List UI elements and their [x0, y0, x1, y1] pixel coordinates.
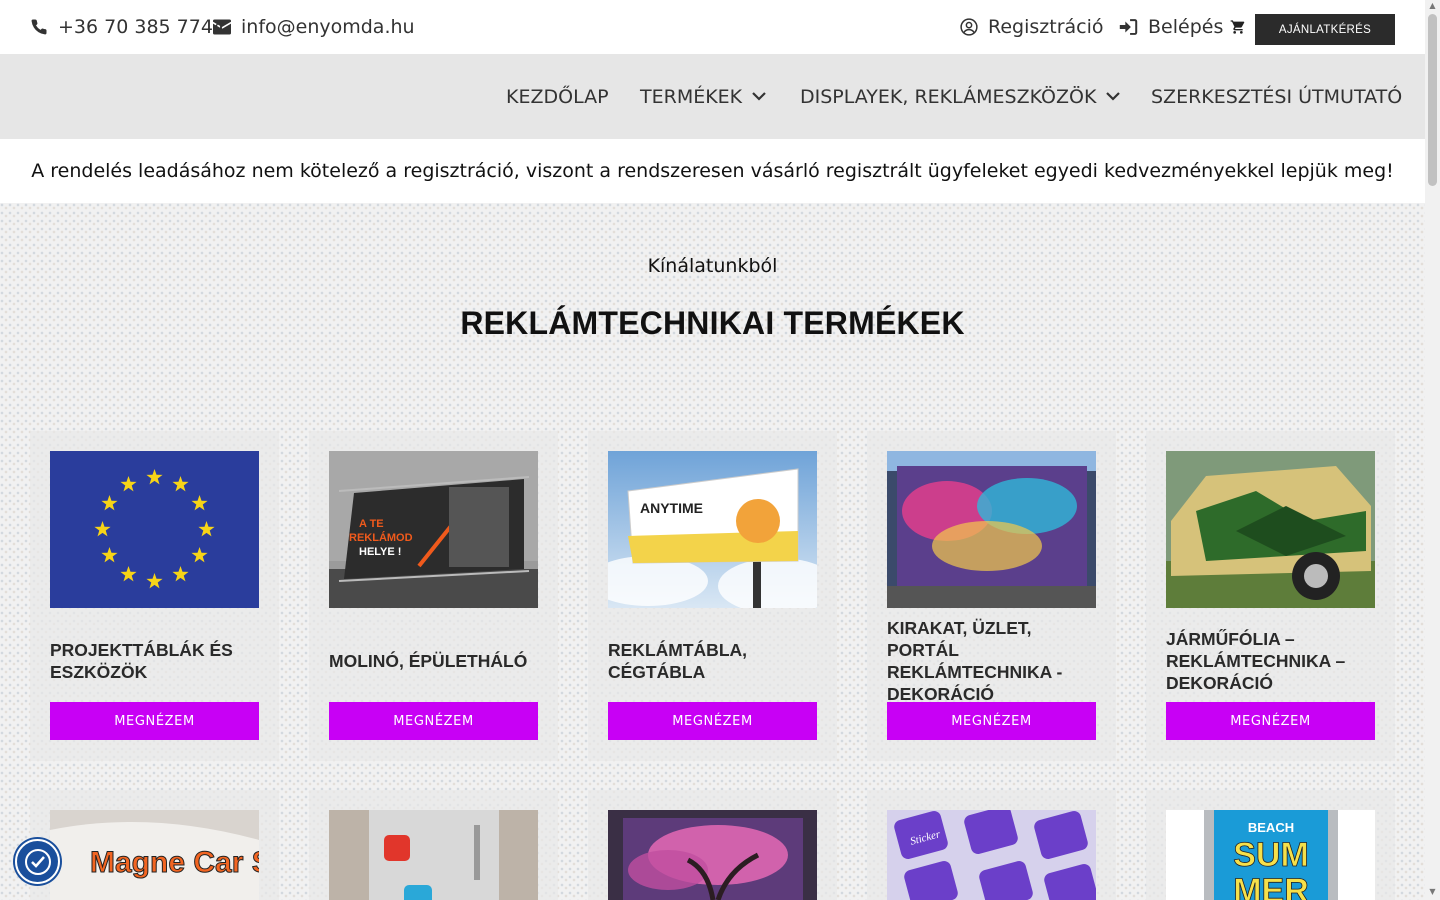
product-card: A TE REKLÁMOD HELYE ! MOLINÓ, ÉPÜLETHÁLÓ… [309, 431, 558, 761]
scroll-thumb[interactable] [1428, 14, 1437, 186]
product-image-fridge-magnets[interactable] [329, 810, 538, 900]
product-image-poster[interactable]: BEACH SUM MER [1166, 810, 1375, 900]
nav-item-products[interactable]: TERMÉKEK [640, 54, 766, 139]
view-button[interactable]: MEGNÉZEM [329, 702, 538, 740]
product-image-eu-flag[interactable] [50, 451, 259, 608]
view-button[interactable]: MEGNÉZEM [887, 702, 1096, 740]
product-image-stickers[interactable]: Sticker [887, 810, 1096, 900]
product-title[interactable]: KIRAKAT, ÜZLET, PORTÁL REKLÁMTECHNIKA - … [887, 618, 1096, 704]
nav-label: DISPLAYEK, REKLÁMESZKÖZÖK [800, 85, 1097, 108]
nav-item-displays[interactable]: DISPLAYEK, REKLÁMESZKÖZÖK [800, 54, 1121, 139]
product-image-billboard[interactable]: ANYTIME [608, 451, 817, 608]
scroll-up-icon[interactable]: ▲ [1428, 2, 1437, 10]
login-label: Belépés [1148, 16, 1224, 38]
svg-text:SUM: SUM [1233, 836, 1309, 874]
nav-item-home[interactable]: KEZDŐLAP [506, 54, 609, 139]
svg-text:BEACH: BEACH [1248, 820, 1294, 835]
svg-text:A TE: A TE [359, 518, 384, 530]
cart-icon [1230, 20, 1245, 34]
phone-icon [31, 19, 47, 35]
product-title[interactable]: PROJEKTTÁBLÁK ÉS ESZKÖZÖK [50, 626, 259, 696]
registration-notice: A rendelés leadásához nem kötelező a reg… [0, 139, 1425, 203]
car-magnet-text: Magne Car Si [90, 846, 259, 879]
product-card: KIRAKAT, ÜZLET, PORTÁL REKLÁMTECHNIKA - … [867, 431, 1116, 761]
login-link[interactable]: Belépés [1119, 0, 1223, 54]
chevron-down-icon [752, 92, 766, 101]
main-nav: KEZDŐLAP TERMÉKEK DISPLAYEK, REKLÁMESZKÖ… [0, 54, 1425, 139]
view-button[interactable]: MEGNÉZEM [50, 702, 259, 740]
view-button[interactable]: MEGNÉZEM [608, 702, 817, 740]
product-title[interactable]: REKLÁMTÁBLA, CÉGTÁBLA [608, 626, 817, 696]
register-link[interactable]: Regisztráció [960, 0, 1104, 54]
sign-in-icon [1119, 19, 1138, 35]
phone-number: +36 70 385 7744 [58, 16, 226, 38]
product-image-canvas-tree[interactable] [608, 810, 817, 900]
product-card: JÁRMŰFÓLIA – REKLÁMTECHNIKA – DEKORÁCIÓ … [1146, 431, 1395, 761]
email-link[interactable]: info@enyomda.hu [213, 0, 415, 54]
nav-item-editing-guide[interactable]: SZERKESZTÉSI ÚTMUTATÓ [1151, 54, 1402, 139]
product-card: Sticker [867, 790, 1116, 900]
phone-link[interactable]: +36 70 385 7744 [30, 0, 225, 54]
scroll-down-icon[interactable]: ▼ [1428, 888, 1437, 896]
product-image-banner[interactable]: A TE REKLÁMOD HELYE ! [329, 451, 538, 608]
accessibility-icon [24, 848, 51, 875]
products-section: Kínálatunkból REKLÁMTECHNIKAI TERMÉKEK P… [0, 203, 1425, 900]
email-address: info@enyomda.hu [241, 16, 415, 38]
svg-text:MER: MER [1233, 872, 1309, 900]
register-label: Regisztráció [988, 16, 1104, 38]
nav-label: SZERKESZTÉSI ÚTMUTATÓ [1151, 85, 1403, 108]
product-card [588, 790, 837, 900]
user-circle-icon [960, 18, 978, 36]
nav-label: TERMÉKEK [640, 85, 743, 108]
section-eyebrow: Kínálatunkból [647, 255, 778, 277]
chevron-down-icon [1106, 92, 1121, 101]
product-title[interactable]: JÁRMŰFÓLIA – REKLÁMTECHNIKA – DEKORÁCIÓ [1166, 626, 1375, 696]
product-image-wrapped-car[interactable] [1166, 451, 1375, 608]
quote-request-button[interactable]: AJÁNLATKÉRÉS [1255, 14, 1395, 45]
view-button[interactable]: MEGNÉZEM [1166, 702, 1375, 740]
product-card: PROJEKTTÁBLÁK ÉS ESZKÖZÖK MEGNÉZEM [30, 431, 279, 761]
nav-label: KEZDŐLAP [506, 85, 609, 108]
accessibility-button[interactable] [15, 839, 60, 884]
top-bar: +36 70 385 7744 info@enyomda.hu Regisztr… [0, 0, 1425, 54]
product-card: BEACH SUM MER [1146, 790, 1395, 900]
svg-text:ANYTIME: ANYTIME [640, 500, 703, 516]
cart-link[interactable] [1230, 0, 1256, 54]
product-card: Magne Car Si [30, 790, 279, 900]
product-title[interactable]: MOLINÓ, ÉPÜLETHÁLÓ [329, 626, 538, 696]
svg-text:REKLÁMOD: REKLÁMOD [349, 531, 413, 544]
page-scrollbar[interactable]: ▲ ▼ [1425, 0, 1440, 900]
section-heading: REKLÁMTECHNIKAI TERMÉKEK [460, 305, 965, 341]
product-image-shop-window[interactable] [887, 451, 1096, 608]
product-image-car-magnet[interactable]: Magne Car Si [50, 810, 259, 900]
envelope-icon [213, 19, 231, 35]
product-card [309, 790, 558, 900]
svg-text:HELYE !: HELYE ! [359, 546, 401, 558]
product-card: ANYTIME REKLÁMTÁBLA, CÉGTÁBLA MEGNÉZEM [588, 431, 837, 761]
